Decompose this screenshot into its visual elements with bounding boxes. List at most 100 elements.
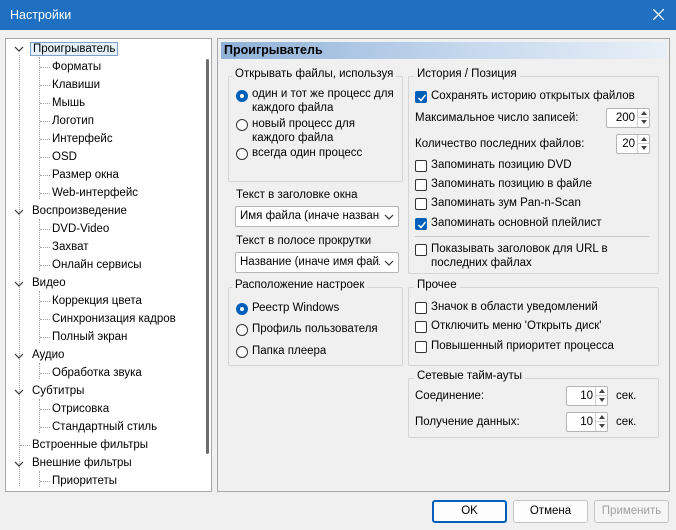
- tree-item-audio[interactable]: Аудио: [32, 346, 64, 364]
- spinner-buttons: [637, 135, 650, 153]
- chevron-down-icon: [599, 424, 605, 428]
- spin-up-button[interactable]: [596, 413, 608, 422]
- spin-up-button[interactable]: [638, 135, 650, 144]
- remember-dvd-position-label: Запоминать позицию DVD: [431, 159, 572, 171]
- max-records-spinner[interactable]: 200: [606, 108, 650, 128]
- save-history-checkbox[interactable]: [415, 91, 427, 103]
- disable-open-disc-checkbox[interactable]: [415, 321, 427, 333]
- radio-same-process-label: один и тот же процесс для: [252, 88, 394, 100]
- chevron-down-icon[interactable]: [14, 351, 24, 361]
- spin-up-button[interactable]: [638, 109, 650, 118]
- chevron-up-icon: [599, 389, 605, 393]
- chevron-down-icon[interactable]: [14, 44, 24, 54]
- spin-up-button[interactable]: [596, 387, 608, 396]
- receive-timeout-unit: сек.: [616, 416, 637, 428]
- tree-item-capture[interactable]: Захват: [52, 238, 88, 256]
- tree-line: [40, 193, 50, 194]
- radio-registry[interactable]: [236, 303, 248, 315]
- remember-pan-scan-checkbox[interactable]: [415, 198, 427, 210]
- tree-line: [40, 265, 50, 266]
- spinner-buttons: [637, 109, 650, 127]
- panel-header: Проигрыватель: [221, 42, 666, 59]
- tree-item-frame-sync[interactable]: Синхронизация кадров: [52, 310, 176, 328]
- chevron-down-icon[interactable]: [14, 387, 24, 397]
- radio-user-profile[interactable]: [236, 324, 248, 336]
- tree-line: [40, 229, 50, 230]
- receive-timeout-label: Получение данных:: [415, 416, 520, 428]
- radio-new-process[interactable]: [236, 119, 248, 131]
- tree-item-priorities[interactable]: Приоритеты: [52, 472, 117, 490]
- tree-item-player[interactable]: Проигрыватель: [30, 40, 119, 58]
- tree-line: [40, 409, 50, 410]
- spinner-buttons: [595, 413, 608, 431]
- tree-item-interface[interactable]: Интерфейс: [52, 130, 113, 148]
- tree-item-default-style[interactable]: Стандартный стиль: [52, 418, 157, 436]
- timeouts-title: Сетевые тайм-ауты: [414, 370, 526, 382]
- remember-playlist-label: Запоминать основной плейлист: [431, 217, 602, 229]
- tree-item-formats[interactable]: Форматы: [52, 58, 101, 76]
- url-titles-checkbox[interactable]: [415, 244, 427, 256]
- tree-item-fullscreen[interactable]: Полный экран: [52, 328, 127, 346]
- tree-line: [39, 57, 40, 199]
- high-priority-checkbox[interactable]: [415, 341, 427, 353]
- chevron-down-icon: [641, 120, 647, 124]
- tree-item-internal-filters[interactable]: Встроенные фильтры: [32, 436, 148, 454]
- spin-down-button[interactable]: [596, 422, 608, 431]
- close-button[interactable]: [642, 0, 676, 30]
- tree-scrollbar[interactable]: [206, 59, 209, 454]
- radio-player-folder[interactable]: [236, 346, 248, 358]
- chevron-down-icon[interactable]: [14, 279, 24, 289]
- radio-new-process-label: новый процесс для: [252, 118, 355, 130]
- title-bar: Настройки: [0, 0, 676, 30]
- cancel-button[interactable]: Отмена: [513, 500, 588, 523]
- save-history-label: Сохранять историю открытых файлов: [431, 90, 635, 102]
- tree-item-external-filters[interactable]: Внешние фильтры: [32, 454, 132, 472]
- recent-files-spinner[interactable]: 20: [616, 134, 650, 154]
- separator: [415, 236, 649, 237]
- ok-button[interactable]: OK: [432, 500, 507, 523]
- tree-item-online-services[interactable]: Онлайн сервисы: [52, 256, 141, 274]
- high-priority-label: Повышенный приоритет процесса: [431, 340, 614, 352]
- chevron-down-icon: [641, 146, 647, 150]
- tree-item-video[interactable]: Видео: [32, 274, 66, 292]
- radio-single-process[interactable]: [236, 148, 248, 160]
- url-titles-label: Показывать заголовок для URL в: [431, 243, 608, 255]
- chevron-down-icon: [599, 398, 605, 402]
- tree-item-keys[interactable]: Клавиши: [52, 76, 100, 94]
- max-records-label: Максимальное число записей:: [415, 112, 579, 124]
- chevron-down-icon[interactable]: [14, 459, 24, 469]
- settings-panel: Проигрыватель Открывать файлы, используя…: [217, 38, 670, 492]
- tree-item-subtitles[interactable]: Субтитры: [32, 382, 84, 400]
- spin-down-button[interactable]: [596, 396, 608, 405]
- spin-down-button[interactable]: [638, 118, 650, 127]
- radio-single-process-label: всегда один процесс: [252, 147, 363, 159]
- tree-item-audio-processing[interactable]: Обработка звука: [52, 364, 142, 382]
- chevron-down-icon[interactable]: [14, 207, 24, 217]
- remember-playlist-checkbox[interactable]: [415, 218, 427, 230]
- tree-item-color-correction[interactable]: Коррекция цвета: [52, 292, 142, 310]
- tree-item-web-interface[interactable]: Web-интерфейс: [52, 184, 138, 202]
- receive-timeout-spinner[interactable]: 10: [566, 412, 608, 432]
- tree-item-osd[interactable]: OSD: [52, 148, 77, 166]
- remember-pan-scan-label: Запоминать зум Pan-n-Scan: [431, 197, 581, 209]
- tree-item-window-size[interactable]: Размер окна: [52, 166, 119, 184]
- tree-line: [19, 55, 20, 486]
- tree-item-mouse[interactable]: Мышь: [52, 94, 85, 112]
- spin-down-button[interactable]: [638, 144, 650, 153]
- tree-line: [39, 219, 40, 271]
- tray-icon-checkbox[interactable]: [415, 302, 427, 314]
- tree-item-rendering[interactable]: Отрисовка: [52, 400, 109, 418]
- remember-file-position-checkbox[interactable]: [415, 179, 427, 191]
- checkmark-icon: [417, 221, 427, 229]
- remember-dvd-position-checkbox[interactable]: [415, 160, 427, 172]
- connect-timeout-spinner[interactable]: 10: [566, 386, 608, 406]
- settings-tree[interactable]: Проигрыватель Форматы Клавиши Мышь Логот…: [5, 38, 212, 492]
- window-title: Настройки: [10, 8, 72, 22]
- tree-item-logo[interactable]: Логотип: [52, 112, 94, 130]
- tree-item-dvd-video[interactable]: DVD-Video: [52, 220, 109, 238]
- tree-item-playback[interactable]: Воспроизведение: [32, 202, 127, 220]
- radio-same-process[interactable]: [236, 90, 248, 102]
- seekbar-text-combo[interactable]: Название (иначе имя файла: [235, 252, 399, 273]
- window-title-combo[interactable]: Имя файла (иначе название: [235, 206, 399, 227]
- apply-button[interactable]: Применить: [594, 500, 669, 523]
